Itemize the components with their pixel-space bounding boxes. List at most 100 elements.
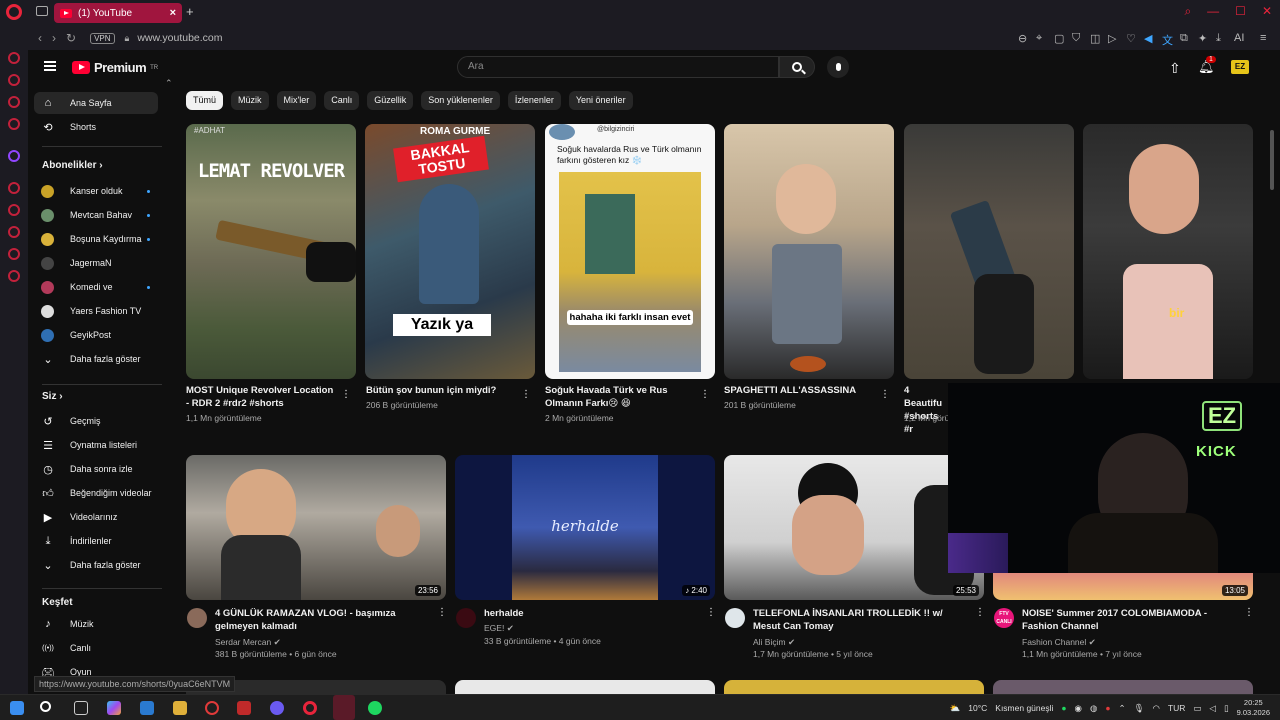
shield-icon[interactable]: ⛉ (1072, 32, 1082, 44)
more-options-icon[interactable]: ⋮ (880, 390, 890, 400)
discord-icon[interactable] (270, 701, 284, 715)
speaker-icon[interactable]: ◁ (1209, 703, 1216, 714)
search-taskbar-icon[interactable] (40, 701, 51, 712)
sidebar-subscription-item[interactable]: GeyikPost (34, 324, 158, 346)
clock[interactable]: 20:25 9.03.2026 (1237, 698, 1270, 718)
short-title[interactable]: 4 Beautifu #shorts #r (904, 384, 948, 436)
video-title[interactable]: 4 GÜNLÜK RAMAZAN VLOG! - başımıza gelmey… (215, 607, 430, 633)
video-title[interactable]: TELEFONLA İNSANLARI TROLLEDİK !! w/ Mesu… (753, 607, 968, 633)
cube-icon[interactable]: ◫ (1090, 32, 1100, 45)
spotify-icon[interactable] (368, 701, 382, 715)
edge-icon[interactable] (140, 701, 154, 715)
new-tab-button[interactable]: + (186, 4, 194, 19)
more-options-icon[interactable]: ⋮ (521, 390, 531, 400)
more-options-icon[interactable]: ⋮ (437, 608, 447, 618)
video-title[interactable]: herhalde (484, 607, 699, 620)
tray-steam-icon[interactable]: ◉ (1075, 703, 1082, 714)
opera-logo-icon[interactable] (6, 4, 22, 20)
heart-icon[interactable]: ♡ (1126, 32, 1136, 45)
channel-avatar[interactable] (725, 608, 745, 628)
video-thumbnail-partial[interactable] (993, 680, 1253, 694)
streaming-app-icon[interactable] (237, 701, 251, 715)
filter-chip[interactable]: Tümü (186, 91, 224, 110)
settings-icon[interactable] (8, 270, 20, 282)
back-icon[interactable]: ‹ (38, 31, 42, 45)
tray-discord-icon[interactable]: ◍ (1090, 703, 1097, 714)
play-icon[interactable]: ▷ (1108, 32, 1118, 45)
task-view-icon[interactable] (74, 701, 88, 715)
tray-spotify-icon[interactable]: ● (1061, 703, 1066, 713)
subscriptions-heading[interactable]: Abonelikler › (42, 160, 103, 171)
sidebar-subscription-item[interactable]: Yaers Fashion TV (34, 300, 158, 322)
weather-desc[interactable]: Kısmen güneşli (995, 703, 1053, 713)
filter-chip[interactable]: Mix'ler (276, 91, 317, 110)
tab-islands-icon[interactable] (36, 6, 48, 16)
messenger-icon[interactable] (8, 74, 20, 86)
sidebar-scroll-up-icon[interactable]: ⌃ (165, 78, 173, 89)
copilot-icon[interactable] (107, 701, 121, 715)
sidebar-explore-item[interactable]: ((•)) Canlı (34, 637, 158, 659)
extensions-sidebar-icon[interactable] (8, 248, 20, 260)
opera-gx-icon[interactable] (205, 701, 219, 715)
sidebar-subscription-item[interactable]: JagermaN (34, 252, 158, 274)
sidebar-subscription-item[interactable]: Komedi ve (34, 276, 158, 298)
menu-icon[interactable]: ≡ (1260, 32, 1270, 44)
video-thumbnail-partial[interactable] (455, 680, 715, 694)
short-thumbnail[interactable]: @bilgizinciri Soğuk havalarda Rus ve Tür… (545, 124, 715, 379)
tray-chevron-icon[interactable]: ⌃ (1119, 703, 1126, 714)
sidebar-you-item[interactable]: ▶ Videolarınız (34, 506, 158, 528)
search-tabs-icon[interactable]: ⌕ (1184, 4, 1191, 19)
browser-tab-youtube[interactable]: (1) YouTube × (54, 3, 182, 23)
instagram-icon[interactable] (8, 96, 20, 108)
wifi-icon[interactable]: ◠ (1152, 703, 1159, 714)
snapshot-icon[interactable]: ▢ (1054, 32, 1064, 45)
vpn-badge[interactable]: VPN (90, 32, 115, 44)
video-title[interactable]: NOISE' Summer 2017 COLOMBIAMODA - Fashio… (1022, 607, 1237, 633)
reload-icon[interactable]: ↻ (66, 31, 76, 45)
sidebar-subscription-item[interactable]: Mevtcan Bahav (34, 204, 158, 226)
minimize-icon[interactable]: — (1207, 4, 1219, 19)
you-heading[interactable]: Siz › (42, 391, 63, 402)
zoom-icon[interactable]: ⊖ (1018, 32, 1028, 45)
filter-chip[interactable]: Yeni öneriler (568, 91, 633, 110)
lock-icon[interactable]: 🔒︎ (125, 33, 130, 44)
maximize-icon[interactable]: ☐ (1235, 4, 1246, 19)
aria-icon[interactable] (8, 52, 20, 64)
twitch-icon[interactable] (8, 150, 20, 162)
sidebar-item-shorts[interactable]: ⟲ Shorts (34, 116, 158, 138)
language-indicator[interactable]: TUR (1168, 703, 1185, 713)
sidebar-item-home[interactable]: ⌂ Ana Sayfa (34, 92, 158, 114)
channel-name[interactable]: EGE! ✔ (484, 623, 514, 634)
vk-icon[interactable] (8, 118, 20, 130)
sidebar-you-item[interactable]: ⤓ İndirilenler (34, 530, 158, 552)
sidebar-you-item[interactable]: 👍︎ Beğendiğim videolar (34, 482, 158, 504)
short-title[interactable]: Bütün şov bunun için miydi? (366, 384, 516, 397)
upload-icon[interactable]: ⇧ (1169, 60, 1181, 77)
download-icon[interactable]: ⤓ (1216, 32, 1226, 44)
channel-avatar[interactable] (187, 608, 207, 628)
channel-name[interactable]: Ali Biçim ✔ (753, 637, 795, 648)
filter-chip[interactable]: Son yüklenenler (421, 91, 500, 110)
sidebar-you-item[interactable]: ↺ Geçmiş (34, 410, 158, 432)
ai-icon[interactable]: AI (1234, 32, 1252, 44)
volume-icon[interactable]: ◀ (1144, 32, 1154, 45)
tray-app-icon[interactable]: ● (1105, 703, 1110, 713)
channel-avatar[interactable] (456, 608, 476, 628)
video-thumbnail[interactable]: 25:53 (724, 455, 984, 600)
bookmarks-icon[interactable] (8, 204, 20, 216)
short-title[interactable]: SPAGHETTI ALL'ASSASSINA (724, 384, 874, 397)
windows-start-icon[interactable] (10, 701, 24, 715)
short-thumbnail[interactable]: #ADHAT LEMAT REVOLVER (186, 124, 356, 379)
more-options-icon[interactable]: ⋮ (706, 608, 716, 618)
more-options-icon[interactable]: ⋮ (1244, 608, 1254, 618)
sidebar-subscription-item[interactable]: Kanser olduk (34, 180, 158, 202)
player-icon[interactable] (8, 182, 20, 194)
search-input[interactable]: Ara (457, 56, 779, 78)
sidebar-you-item[interactable]: ⌄ Daha fazla göster (34, 554, 158, 576)
more-options-icon[interactable]: ⋮ (700, 390, 710, 400)
more-options-icon[interactable]: ⋮ (341, 390, 351, 400)
channel-name[interactable]: Serdar Mercan ✔ (215, 637, 281, 648)
file-explorer-icon[interactable] (173, 701, 187, 715)
forward-icon[interactable]: › (52, 31, 56, 45)
short-title[interactable]: Soğuk Havada Türk ve Rus Olmanın Farkı😢 … (545, 384, 695, 410)
